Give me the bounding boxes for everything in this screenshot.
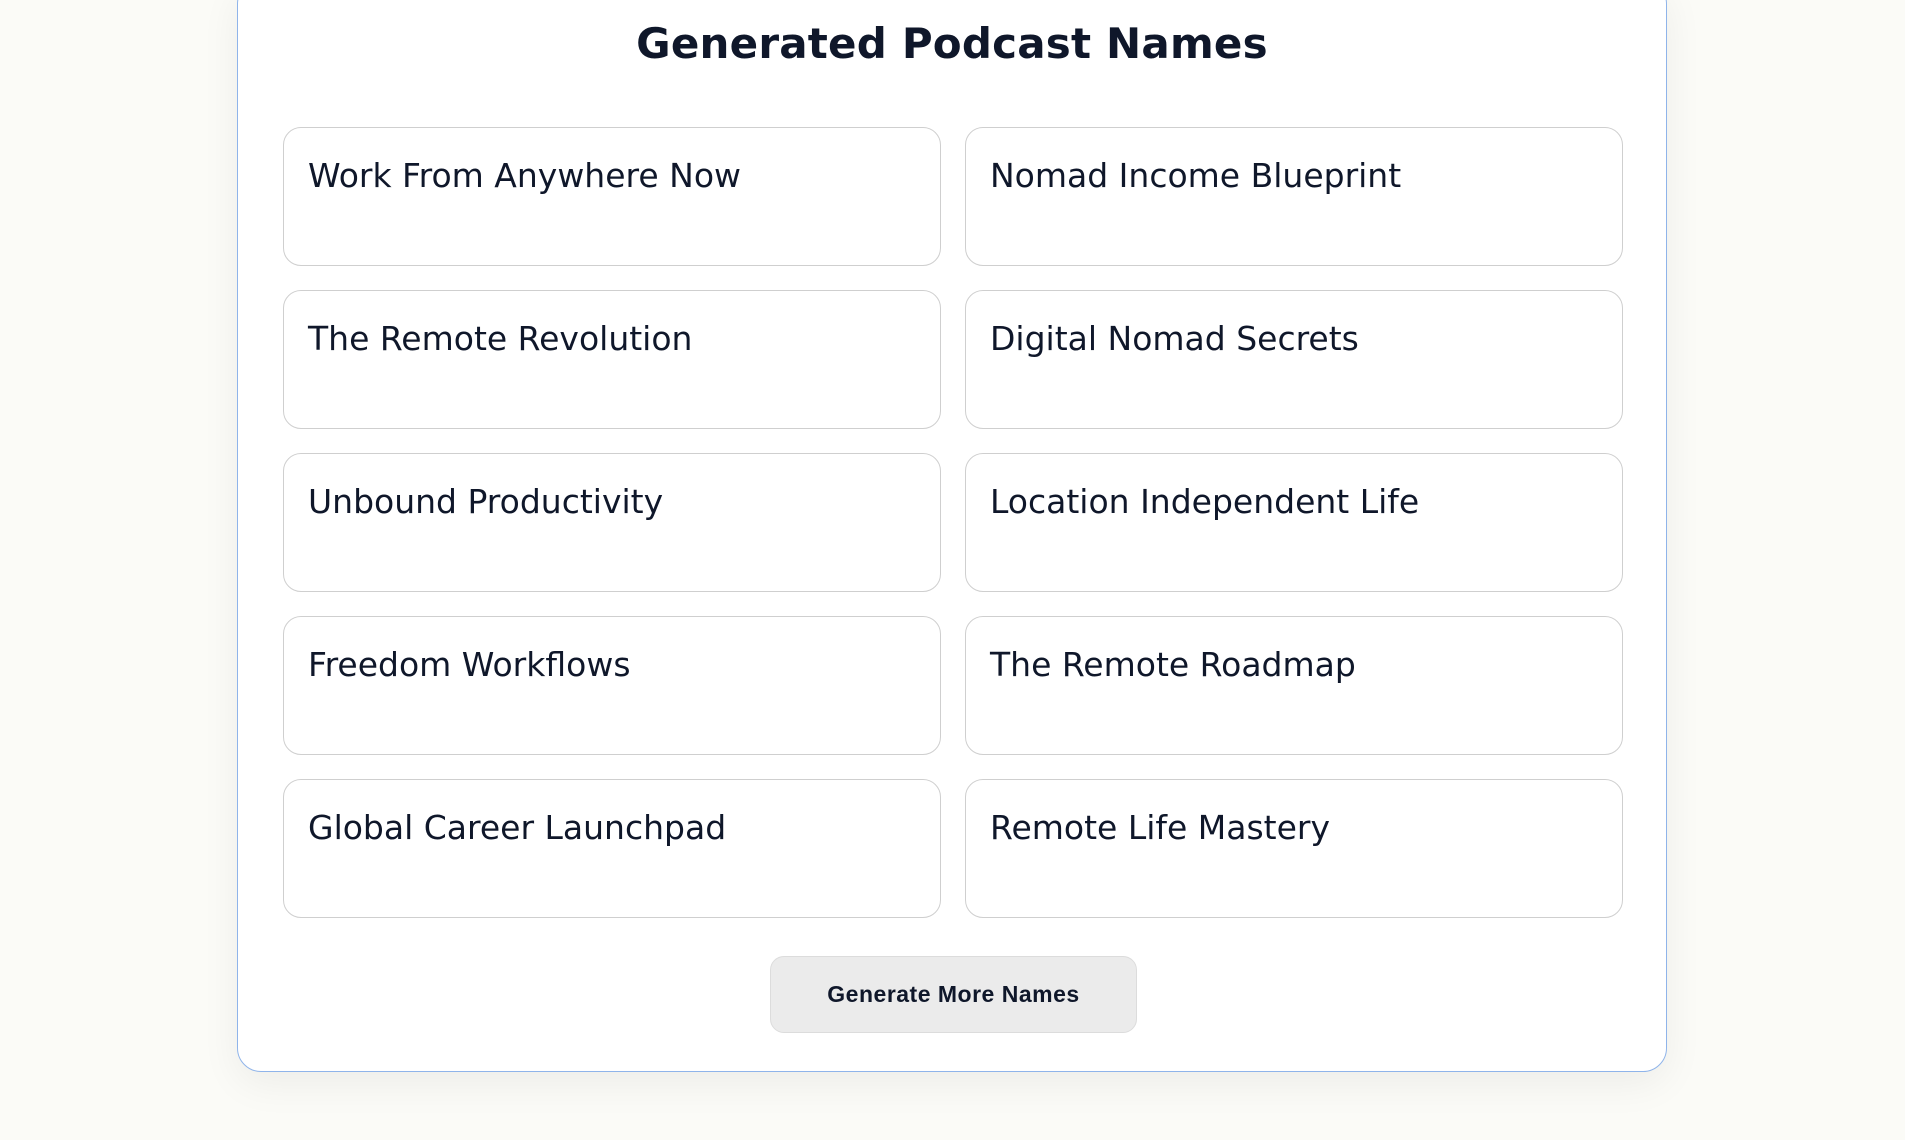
name-card-3[interactable]: The Remote Revolution — [283, 290, 941, 429]
name-text: Remote Life Mastery — [990, 808, 1331, 847]
name-text: Global Career Launchpad — [308, 808, 727, 847]
name-card-5[interactable]: Unbound Productivity — [283, 453, 941, 592]
name-card-8[interactable]: The Remote Roadmap — [965, 616, 1623, 755]
name-card-7[interactable]: Freedom Workflows — [283, 616, 941, 755]
name-card-1[interactable]: Work From Anywhere Now — [283, 127, 941, 266]
name-card-4[interactable]: Digital Nomad Secrets — [965, 290, 1623, 429]
name-text: The Remote Roadmap — [990, 645, 1356, 684]
name-text: The Remote Revolution — [308, 319, 693, 358]
name-text: Unbound Productivity — [308, 482, 664, 521]
generate-more-button[interactable]: Generate More Names — [770, 956, 1137, 1033]
name-text: Location Independent Life — [990, 482, 1420, 521]
name-text: Nomad Income Blueprint — [990, 156, 1402, 195]
section-title: Generated Podcast Names — [636, 19, 1268, 68]
name-text: Digital Nomad Secrets — [990, 319, 1359, 358]
name-text: Work From Anywhere Now — [308, 156, 742, 195]
name-text: Freedom Workflows — [308, 645, 631, 684]
name-card-2[interactable]: Nomad Income Blueprint — [965, 127, 1623, 266]
name-card-10[interactable]: Remote Life Mastery — [965, 779, 1623, 918]
names-grid: Work From Anywhere Now Nomad Income Blue… — [283, 127, 1623, 918]
name-card-6[interactable]: Location Independent Life — [965, 453, 1623, 592]
results-card: Generated Podcast Names Work From Anywhe… — [237, 0, 1667, 1072]
name-card-9[interactable]: Global Career Launchpad — [283, 779, 941, 918]
